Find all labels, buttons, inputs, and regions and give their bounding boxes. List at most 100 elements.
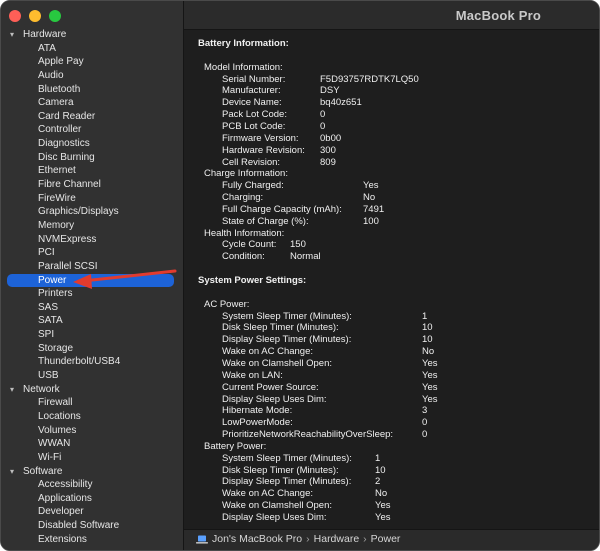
sidebar-item-graphics-displays[interactable]: Graphics/Displays (1, 205, 183, 219)
sidebar-category-software[interactable]: ▾ Software (1, 465, 183, 479)
property-label: Firmware Version: (222, 132, 299, 144)
sidebar-item-camera[interactable]: Camera (1, 96, 183, 110)
property-label: State of Charge (%): (222, 215, 309, 227)
sidebar-category-label: Hardware (23, 29, 67, 40)
property-value: 0 (320, 109, 326, 121)
property-label: Wake on AC Change: (222, 488, 314, 500)
property-value: 0b00 (320, 132, 342, 144)
minimize-window-button[interactable] (29, 10, 41, 22)
section-heading: Battery Information: (198, 38, 289, 49)
detail-pane: Battery Information: Model Information: Se… (184, 30, 599, 530)
title-bar: MacBook Pro (184, 1, 599, 30)
sidebar-item-disc-burning[interactable]: Disc Burning (1, 151, 183, 165)
property-value: 0 (320, 120, 326, 132)
property-value: 0 (422, 417, 428, 429)
close-window-button[interactable] (9, 10, 21, 22)
property-value: bq40z651 (320, 97, 362, 109)
annotation-arrow-icon (73, 269, 177, 289)
property-label: Display Sleep Timer (Minutes): (222, 476, 352, 488)
sidebar-item-applications[interactable]: Applications (1, 492, 183, 506)
zoom-window-button[interactable] (49, 10, 61, 22)
property-label: Wake on Clamshell Open: (222, 500, 333, 512)
property-label: Charging: (222, 192, 264, 204)
sidebar-item-printers[interactable]: Printers (1, 287, 183, 301)
property-label: System Sleep Timer (Minutes): (222, 452, 352, 464)
sidebar-item-wi-fi[interactable]: Wi-Fi (1, 451, 183, 465)
sidebar-item-audio[interactable]: Audio (1, 69, 183, 83)
property-value: 809 (320, 156, 336, 168)
property-label: Disk Sleep Timer (Minutes): (222, 322, 339, 334)
property-label: PCB Lot Code: (222, 120, 286, 132)
property-value: 10 (375, 464, 386, 476)
property-value: 10 (422, 322, 433, 334)
sidebar-item-memory[interactable]: Memory (1, 219, 183, 233)
sidebar-item-firewall[interactable]: Firewall (1, 396, 183, 410)
sidebar-item-storage[interactable]: Storage (1, 342, 183, 356)
group-heading: Battery Power: (204, 440, 267, 452)
sidebar-item-locations[interactable]: Locations (1, 410, 183, 424)
window-title: MacBook Pro (455, 8, 541, 23)
property-label: Hibernate Mode: (222, 405, 293, 417)
window-controls (9, 10, 61, 22)
property-value: Yes (422, 381, 438, 393)
sidebar-item-ethernet[interactable]: Ethernet (1, 164, 183, 178)
sidebar-category-hardware[interactable]: ▾ Hardware (1, 28, 183, 42)
property-value: 0 (422, 429, 428, 441)
property-label: Full Charge Capacity (mAh): (222, 203, 342, 215)
group-heading: Model Information: (204, 61, 283, 73)
property-label: Device Name: (222, 97, 282, 109)
sidebar-item-diagnostics[interactable]: Diagnostics (1, 137, 183, 151)
sidebar-item-apple-pay[interactable]: Apple Pay (1, 55, 183, 69)
section-heading: System Power Settings: (198, 275, 307, 286)
sidebar-item-developer[interactable]: Developer (1, 505, 183, 519)
laptop-icon (196, 535, 208, 544)
breadcrumb-power[interactable]: Power (371, 533, 401, 545)
property-value: 7491 (363, 203, 385, 215)
group-heading: Charge Information: (204, 168, 288, 180)
property-label: PrioritizeNetworkReachabilityOverSleep: (222, 429, 394, 441)
sidebar-item-wwan[interactable]: WWAN (1, 437, 183, 451)
property-value: 1 (422, 310, 428, 322)
property-label: LowPowerMode: (222, 417, 293, 429)
disclosure-chevron-icon[interactable]: ▾ (10, 28, 14, 42)
property-value: 2 (375, 476, 381, 488)
sidebar-item-fibre-channel[interactable]: Fibre Channel (1, 178, 183, 192)
property-value: Yes (375, 512, 391, 523)
sidebar-item-sas[interactable]: SAS (1, 301, 183, 315)
system-information-window: ▾ Hardware ATA Apple Pay Audio Bluetooth Camer… (0, 0, 600, 551)
sidebar-item-sata[interactable]: SATA (1, 314, 183, 328)
disclosure-chevron-icon[interactable]: ▾ (10, 383, 14, 397)
sidebar-item-ata[interactable]: ATA (1, 42, 183, 56)
breadcrumb-separator: › (306, 533, 310, 545)
property-value: Yes (375, 500, 391, 512)
sidebar-item-disabled-software[interactable]: Disabled Software (1, 519, 183, 533)
breadcrumb-computer[interactable]: Jon's MacBook Pro (212, 533, 302, 545)
property-label: Display Sleep Timer (Minutes): (222, 334, 352, 346)
sidebar-category-network[interactable]: ▾ Network (1, 383, 183, 397)
sidebar-item-nvmexpress[interactable]: NVMExpress (1, 233, 183, 247)
sidebar-item-thunderbolt-usb4[interactable]: Thunderbolt/USB4 (1, 355, 183, 369)
property-value: No (363, 192, 376, 204)
sidebar-item-spi[interactable]: SPI (1, 328, 183, 342)
sidebar-item-extensions[interactable]: Extensions (1, 533, 183, 547)
property-value: No (375, 488, 388, 500)
disclosure-chevron-icon[interactable]: ▾ (10, 465, 14, 479)
sidebar-item-controller[interactable]: Controller (1, 123, 183, 137)
sidebar-item-card-reader[interactable]: Card Reader (1, 110, 183, 124)
property-value: Yes (422, 393, 438, 405)
property-label: Disk Sleep Timer (Minutes): (222, 464, 339, 476)
sidebar-item-firewire[interactable]: FireWire (1, 192, 183, 206)
sidebar-item-bluetooth[interactable]: Bluetooth (1, 83, 183, 97)
property-value: DSY (320, 85, 340, 97)
property-label: Cycle Count: (222, 239, 277, 251)
sidebar-item-accessibility[interactable]: Accessibility (1, 478, 183, 492)
sidebar: ▾ Hardware ATA Apple Pay Audio Bluetooth Camer… (1, 1, 184, 550)
property-value: 100 (363, 215, 379, 227)
property-label: Display Sleep Uses Dim: (222, 512, 327, 523)
sidebar-item-pci[interactable]: PCI (1, 246, 183, 260)
property-value: 1 (375, 452, 381, 464)
sidebar-item-volumes[interactable]: Volumes (1, 424, 183, 438)
sidebar-item-usb[interactable]: USB (1, 369, 183, 383)
property-label: Hardware Revision: (222, 144, 305, 156)
breadcrumb-hardware[interactable]: Hardware (314, 533, 360, 545)
